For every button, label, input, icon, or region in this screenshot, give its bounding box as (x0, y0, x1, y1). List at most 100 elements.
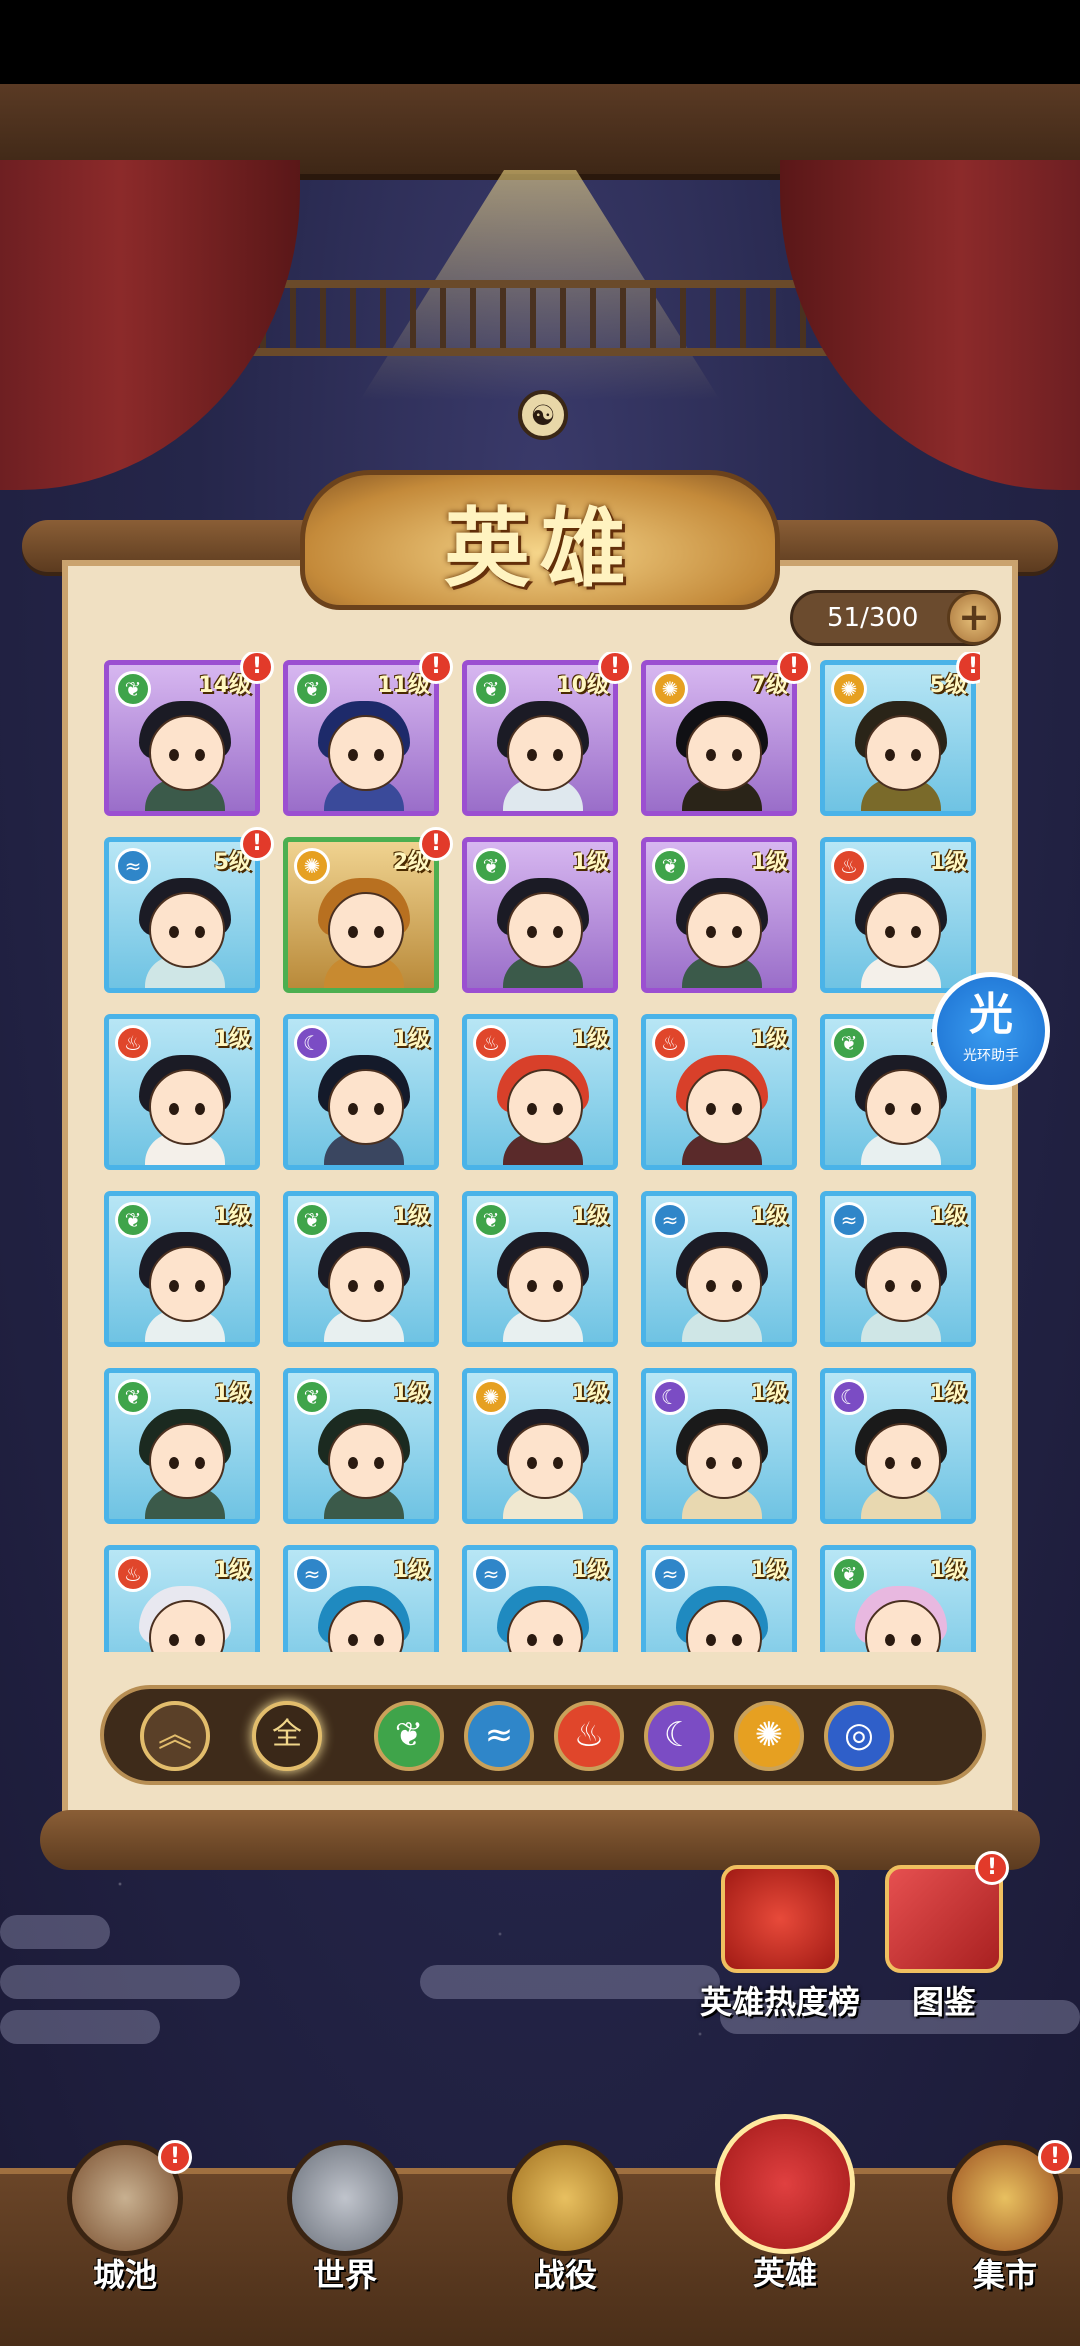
hero-portrait (314, 1055, 414, 1165)
hero-card[interactable]: ❦ 1级 (283, 1368, 439, 1524)
water-element-icon: ≈ (652, 1202, 688, 1238)
light-element-icon: ✺ (473, 1379, 509, 1415)
filter-light-button[interactable]: ✺ (734, 1701, 804, 1771)
hero-card[interactable]: ♨ 1级 (104, 1014, 260, 1170)
hero-card[interactable]: ≈1级 (820, 1191, 976, 1347)
hero-portrait-icon (715, 2114, 855, 2254)
hero-card[interactable]: ❦ 1级 (462, 1191, 618, 1347)
hero-card[interactable]: ≈5级 (104, 837, 260, 993)
hero-level: 1级 (750, 1381, 788, 1406)
element-filter-bar: ︽ 全 ❦ ≈ ♨ ☾ ✺ ◎ (100, 1685, 986, 1785)
hero-portrait (493, 1055, 593, 1165)
hero-portrait (135, 1409, 235, 1519)
hero-level: 1级 (571, 1027, 609, 1052)
hero-card[interactable]: ☾ 1级 (820, 1368, 976, 1524)
hero-portrait (672, 1586, 772, 1652)
hero-card[interactable]: ❦ 1级 (283, 1191, 439, 1347)
hero-card[interactable]: ≈1级 (283, 1545, 439, 1652)
wood-element-icon: ❦ (294, 1379, 330, 1415)
hero-card[interactable]: ❦ 1级 (104, 1191, 260, 1347)
filter-wood-button[interactable]: ❦ (374, 1701, 444, 1771)
bottom-nav: 城池! 世界 战役 英雄 集市! (0, 2114, 1080, 2346)
nav-castle[interactable]: 城池! (50, 2140, 200, 2346)
hero-card[interactable]: ♨ 1级 (104, 1545, 260, 1652)
filter-all-button[interactable]: 全 (252, 1701, 322, 1771)
hero-level: 1级 (750, 1204, 788, 1229)
hero-portrait (135, 1232, 235, 1342)
hero-card[interactable]: ≈1级 (641, 1545, 797, 1652)
filter-water-button[interactable]: ≈ (464, 1701, 534, 1771)
title-plaque: 英雄 (300, 470, 780, 610)
hero-card[interactable]: ❦ 1级 (641, 837, 797, 993)
filter-storm-button[interactable]: ◎ (824, 1701, 894, 1771)
hero-card[interactable]: ✺ 1级 (462, 1368, 618, 1524)
alert-badge-icon: ! (158, 2140, 192, 2174)
crossed-swords-icon (507, 2140, 623, 2256)
hero-card[interactable]: ❦ 14级 (104, 660, 260, 816)
hero-card[interactable]: ❦ 1级 (462, 837, 618, 993)
wood-element-icon: ❦ (115, 671, 151, 707)
codex-button[interactable]: 图鉴! (885, 1851, 1009, 2023)
fire-element-icon: ♨ (652, 1025, 688, 1061)
hero-count-pill: 51/300 + (790, 590, 1001, 646)
mountain-icon (287, 2140, 403, 2256)
shortcut-label: 英雄热度榜 (700, 1983, 861, 2021)
shortcut-label: 图鉴 (911, 1983, 976, 2021)
hero-card[interactable]: ♨ 1级 (641, 1014, 797, 1170)
expand-capacity-button[interactable]: + (947, 591, 1001, 645)
hero-card[interactable]: ♨ 1级 (820, 837, 976, 993)
hero-level: 1级 (929, 1204, 967, 1229)
hero-card[interactable]: ☾ 1级 (641, 1368, 797, 1524)
hero-card[interactable]: ♨ 1级 (462, 1014, 618, 1170)
hero-card[interactable]: ≈1级 (641, 1191, 797, 1347)
hero-ranking-button[interactable]: 英雄热度榜 (700, 1865, 860, 2023)
hero-card[interactable]: ❦ 1级 (820, 1545, 976, 1652)
wood-element-icon: ❦ (473, 848, 509, 884)
hero-portrait (851, 878, 951, 988)
filter-moon-button[interactable]: ☾ (644, 1701, 714, 1771)
hero-level: 1级 (750, 850, 788, 875)
alert-badge-icon: ! (1038, 2140, 1072, 2174)
nav-mountain[interactable]: 世界 (270, 2140, 420, 2346)
hero-card[interactable]: ✺ 7级 (641, 660, 797, 816)
nav-crossed-swords[interactable]: 战役 (490, 2140, 640, 2346)
nav-label: 英雄 (752, 2254, 817, 2292)
cloud-decoration (0, 2010, 160, 2044)
nav-hero-portrait[interactable]: 英雄 (710, 2114, 860, 2320)
hero-portrait (672, 1055, 772, 1165)
hero-card[interactable]: ❦ 1级 (104, 1368, 260, 1524)
wood-element-icon: ❦ (473, 1202, 509, 1238)
hero-portrait (672, 701, 772, 811)
nav-market-stall[interactable]: 集市! (930, 2140, 1080, 2346)
hero-level: 1级 (213, 1381, 251, 1406)
hero-portrait (135, 878, 235, 988)
fire-element-icon: ♨ (473, 1025, 509, 1061)
hero-card[interactable]: ☾ 1级 (283, 1014, 439, 1170)
aura-helper-button[interactable]: 光 光环助手 (932, 972, 1050, 1090)
hero-level: 1级 (392, 1558, 430, 1583)
alert-badge-icon: ! (240, 652, 274, 684)
hero-card[interactable]: ❦ 10级 (462, 660, 618, 816)
hero-portrait (314, 701, 414, 811)
wood-element-icon: ❦ (831, 1556, 867, 1592)
nav-label: 集市 (972, 2256, 1037, 2294)
water-element-icon: ≈ (473, 1556, 509, 1592)
filter-fire-button[interactable]: ♨ (554, 1701, 624, 1771)
hero-grid: ❦ 14级! ❦ 11级! ❦ 10级! ✺ 7级! ✺ 5级! ≈5级! ✺ 2级! ❦ 1级 ❦ 1级 ♨ 1级… (100, 652, 980, 1652)
alert-badge-icon: ! (419, 652, 453, 684)
hero-card[interactable]: ≈1级 (462, 1545, 618, 1652)
alert-badge-icon: ! (598, 652, 632, 684)
hero-portrait (135, 701, 235, 811)
alert-badge-icon: ! (777, 652, 811, 684)
hero-portrait (493, 701, 593, 811)
alert-badge-icon: ! (419, 827, 453, 861)
hero-card[interactable]: ✺ 2级 (283, 837, 439, 993)
wood-element-icon: ❦ (294, 1202, 330, 1238)
sort-toggle-button[interactable]: ︽ (140, 1701, 210, 1771)
hero-portrait (135, 1586, 235, 1652)
wood-element-icon: ❦ (831, 1025, 867, 1061)
hero-card[interactable]: ❦ 11级 (283, 660, 439, 816)
hero-level: 1级 (392, 1381, 430, 1406)
fire-element-icon: ♨ (115, 1025, 151, 1061)
hero-card[interactable]: ✺ 5级 (820, 660, 976, 816)
